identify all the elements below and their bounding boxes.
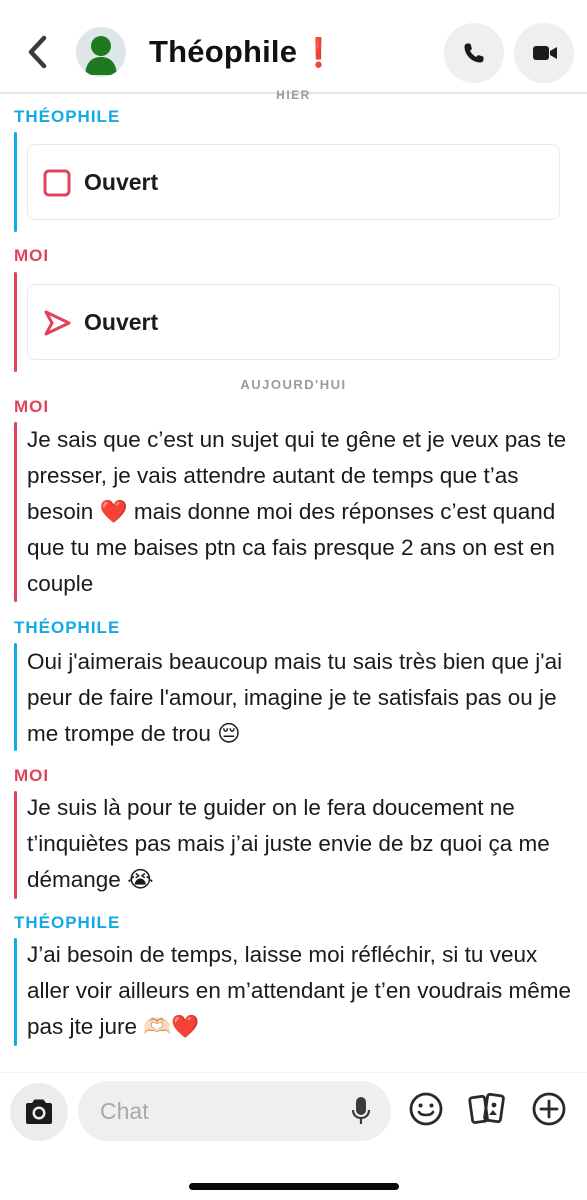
contact-name-text: Théophile [149,34,298,69]
camera-icon [26,1099,52,1124]
phone-icon [464,43,484,63]
contact-name[interactable]: Théophile ❗ [149,34,336,70]
sender-label: MOI [14,766,50,785]
day-separator-yesterday: HIER [276,88,311,102]
sender-label: MOI [14,397,50,416]
video-camera-icon [533,46,557,60]
received-snap-square-icon [43,169,71,197]
sender-label: MOI [14,246,50,265]
microphone-icon[interactable] [351,1096,371,1126]
camera-button[interactable] [10,1083,68,1141]
plus-icon[interactable] [531,1091,567,1127]
message-text[interactable]: J’ai besoin de temps, laisse moi réfléch… [27,937,573,1045]
sender-bar [14,272,17,372]
smiley-icon[interactable] [408,1091,444,1127]
sender-bar [14,938,17,1046]
sender-label: THÉOPHILE [14,913,121,932]
sender-bar [14,132,17,232]
message-text[interactable]: Oui j'aimerais beaucoup mais tu sais trè… [27,644,573,752]
chat-input-placeholder: Chat [100,1098,149,1124]
snap-status-text: Ouvert [84,169,159,195]
home-indicator [189,1183,399,1190]
composer-bar: Chat [0,1072,587,1200]
voice-call-button[interactable] [444,23,504,83]
sender-bar [14,643,17,751]
back-button[interactable] [22,30,56,74]
snap-status-card[interactable]: Ouvert [27,284,560,360]
day-separator-today: AUJOURD'HUI [240,377,347,392]
avatar[interactable] [76,27,126,77]
message-text[interactable]: Je suis là pour te guider on le fera dou… [27,790,573,898]
sender-label: THÉOPHILE [14,107,121,126]
bitmoji-silhouette-icon [85,36,117,75]
sender-bar [14,791,17,899]
sender-label: THÉOPHILE [14,618,121,637]
exclamation-emoji: ❗ [301,37,337,68]
sender-bar [14,422,17,602]
sent-snap-arrow-icon [44,310,71,336]
chevron-left-icon [28,35,47,69]
memories-cards-icon[interactable] [468,1091,506,1127]
message-text[interactable]: Je sais que c’est un sujet qui te gêne e… [27,422,573,602]
video-call-button[interactable] [514,23,574,83]
snap-status-text: Ouvert [84,309,159,335]
chat-input[interactable]: Chat [78,1081,391,1141]
chat-header: Théophile ❗ [0,0,587,94]
snap-status-card[interactable]: Ouvert [27,144,560,220]
